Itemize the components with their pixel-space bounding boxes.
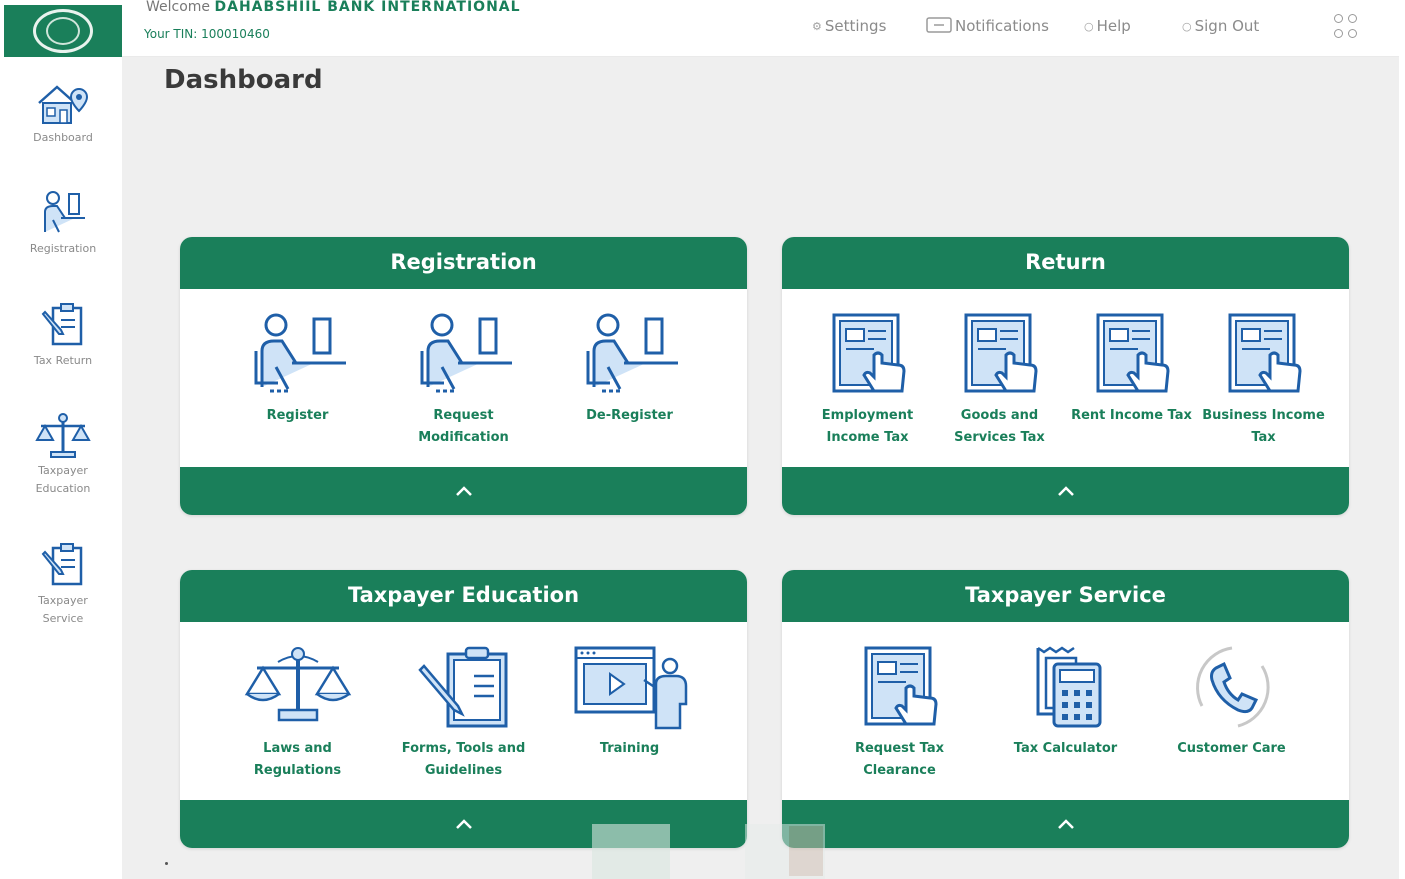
request-tax-clearance-tile[interactable]: Request Tax Clearance [832,644,968,782]
clipboard-pen-icon [417,646,507,728]
register-tile[interactable]: Register [230,311,366,427]
house-location-icon [38,85,89,124]
chevron-up-icon [1057,486,1074,496]
tile-label: Goods and Services Tax [954,408,1045,445]
return-card: Return Employment Income Tax Goods and S… [782,237,1349,515]
registration-card: Registration Register Request Modificati… [180,237,747,515]
page-title: Dashboard [164,65,323,95]
apps-grid-icon[interactable] [1334,14,1360,40]
gear-icon: ⚙ [812,19,822,33]
sidebar-item-dashboard[interactable]: Dashboard [4,77,122,147]
sidebar-item-taxpayer-education[interactable]: Taxpayer Education [4,410,122,498]
tile-label: Training [599,741,660,756]
tile-label: De-Register [586,408,673,423]
chevron-up-icon [455,819,472,829]
tile-label: Request Tax Clearance [854,741,945,778]
chevron-up-icon [455,486,472,496]
sign-out-link[interactable]: ○ Sign Out [1182,17,1259,35]
power-icon: ○ [1182,19,1192,33]
forms-tools-guidelines-tile[interactable]: Forms, Tools and Guidelines [396,644,532,782]
notifications-link[interactable]: Notifications [926,17,1049,35]
person-at-desk-icon [586,313,678,393]
sidebar-item-label: Taxpayer Service [38,594,88,625]
thumbnail-overlay [592,824,670,879]
tile-label: Forms, Tools and Guidelines [401,741,526,778]
person-at-desk-icon [254,313,346,393]
person-at-desk-icon [420,313,512,393]
logo-area[interactable] [4,5,122,57]
taxpayer-education-card: Taxpayer Education Laws and Regulations [180,570,747,848]
person-at-desk-icon [44,191,85,233]
collapse-button[interactable] [782,800,1349,848]
help-icon: ○ [1084,19,1094,33]
help-link[interactable]: ○ Help [1084,17,1131,35]
card-tiles: Request Tax Clearance Tax Calculator Cus… [782,622,1349,798]
sidebar-item-label: Dashboard [33,131,93,144]
chevron-up-icon [1057,819,1074,829]
document-hand-icon [864,646,938,726]
logo [33,9,93,53]
tin-text: Your TIN: 100010460 [144,27,270,41]
document-hand-icon [1228,313,1302,393]
top-bar: Welcome DAHABSHIIL BANK INTERNATIONAL Yo… [122,0,1399,57]
document-hand-icon [1096,313,1170,393]
customer-care-tile[interactable]: Customer Care [1164,644,1300,760]
sidebar-item-registration[interactable]: Registration [4,188,122,258]
laws-and-regulations-tile[interactable]: Laws and Regulations [230,644,366,782]
de-register-tile[interactable]: De-Register [562,311,698,427]
welcome-text: Welcome DAHABSHIIL BANK INTERNATIONAL [146,0,521,15]
training-tile[interactable]: Training [562,644,698,760]
tile-label: Tax Calculator [1013,741,1118,756]
card-title: Taxpayer Service [782,570,1349,622]
sidebar-item-taxpayer-service[interactable]: Taxpayer Service [4,540,122,628]
tile-label: Employment Income Tax [821,408,914,445]
card-title: Registration [180,237,747,289]
goods-and-services-tax-tile[interactable]: Goods and Services Tax [934,311,1066,449]
card-title: Taxpayer Education [180,570,747,622]
settings-link[interactable]: ⚙ Settings [812,17,886,35]
document-hand-icon [832,313,906,393]
business-income-tax-tile[interactable]: Business Income Tax [1198,311,1330,449]
sidebar: Dashboard Registration Tax Return Taxpay… [4,5,122,879]
document-hand-icon [964,313,1038,393]
card-title: Return [782,237,1349,289]
clipboard-pen-icon [41,543,83,586]
help-label: Help [1096,17,1131,35]
scales-icon [35,413,91,458]
collapse-button[interactable] [180,467,747,515]
card-tiles: Employment Income Tax Goods and Services… [782,289,1349,465]
employment-income-tax-tile[interactable]: Employment Income Tax [802,311,934,449]
video-presenter-icon [574,646,687,730]
thumbnail-overlay [745,824,825,879]
phone-icon [1195,646,1270,728]
scales-icon [244,647,351,722]
footer-dot [165,862,168,865]
notifications-label: Notifications [955,17,1049,35]
request-modification-tile[interactable]: Request Modification [396,311,532,449]
taxpayer-service-card: Taxpayer Service Request Tax Clearance T… [782,570,1349,848]
tile-label: Register [266,408,329,423]
company-name: DAHABSHIIL BANK INTERNATIONAL [214,0,521,15]
card-tiles: Laws and Regulations Forms, Tools and Gu… [180,622,747,798]
sign-out-label: Sign Out [1194,17,1260,35]
sidebar-item-label: Taxpayer Education [35,464,91,495]
tile-label: Laws and Regulations [253,741,342,778]
sidebar-item-tax-return[interactable]: Tax Return [4,300,122,370]
tile-label: Business Income Tax [1202,408,1325,445]
clipboard-pen-icon [41,303,83,346]
tax-calculator-tile[interactable]: Tax Calculator [998,644,1134,760]
tile-label: Rent Income Tax [1071,408,1192,423]
tile-label: Request Modification [418,408,509,445]
tile-label: Customer Care [1177,741,1286,756]
collapse-button[interactable] [782,467,1349,515]
message-icon [926,17,952,33]
welcome-prefix: Welcome [146,0,211,15]
calculator-icon [1036,646,1101,728]
main-content: Dashboard Registration Register Request … [122,57,1399,879]
sidebar-item-label: Registration [29,242,97,255]
sidebar-item-label: Tax Return [33,354,93,367]
settings-label: Settings [824,17,887,35]
rent-income-tax-tile[interactable]: Rent Income Tax [1066,311,1198,427]
card-tiles: Register Request Modification De-Registe… [180,289,747,465]
